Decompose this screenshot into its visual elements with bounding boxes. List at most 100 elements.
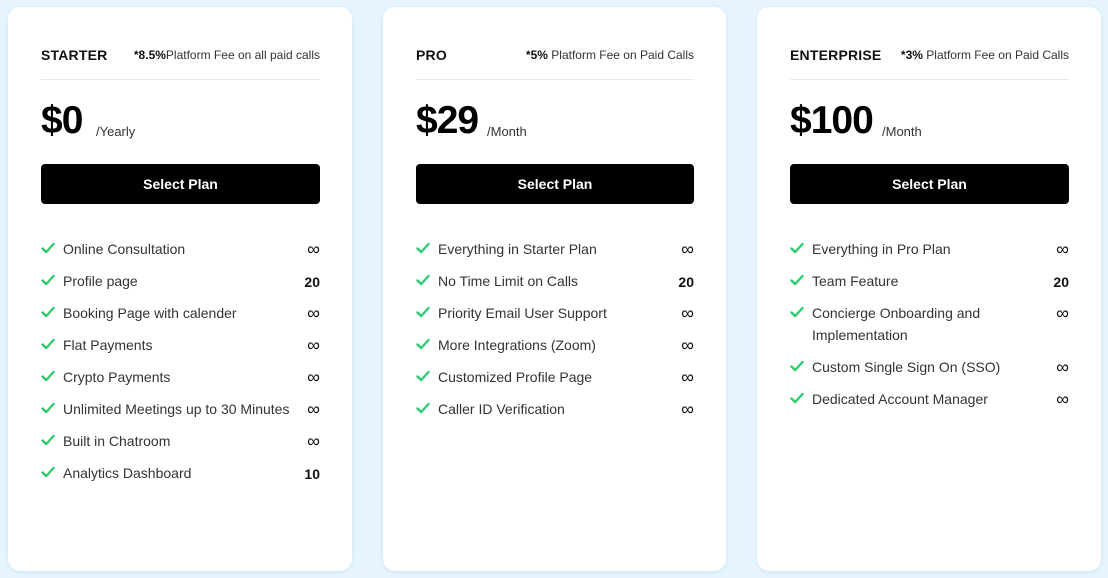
feature-value: ∞ (681, 399, 694, 419)
check-icon (41, 306, 55, 318)
check-icon (41, 466, 55, 478)
feature-label: Concierge Onboarding and Implementation (812, 305, 981, 343)
feature-value: 20 (678, 274, 694, 290)
billing-period: /Month (487, 124, 527, 139)
feature-label: Built in Chatroom (63, 433, 171, 449)
feature-value: ∞ (681, 335, 694, 355)
feature-label: Everything in Pro Plan (812, 241, 951, 257)
billing-period: /Yearly (96, 124, 136, 139)
billing-period: /Month (882, 124, 922, 139)
check-icon (41, 370, 55, 382)
feature-item: Caller ID Verification ∞ (416, 398, 694, 430)
feature-label: Priority Email User Support (438, 305, 607, 321)
feature-value: ∞ (1056, 303, 1069, 323)
fee-text: Platform Fee on Paid Calls (922, 48, 1069, 62)
platform-fee: *3% Platform Fee on Paid Calls (901, 48, 1069, 62)
plan-header: ENTERPRISE *3% Platform Fee on Paid Call… (790, 47, 1069, 67)
fee-percent: *5% (525, 48, 548, 62)
platform-fee: *8.5%Platform Fee on all paid calls (134, 48, 320, 62)
feature-value: ∞ (307, 335, 320, 355)
plan-name: STARTER (41, 47, 108, 63)
check-icon (790, 392, 804, 404)
plan-card-pro: PRO *5% Platform Fee on Paid Calls $29 /… (383, 7, 726, 571)
feature-item: No Time Limit on Calls 20 (416, 270, 694, 302)
feature-value: ∞ (681, 239, 694, 259)
price-row: $0 /Yearly (41, 99, 320, 149)
check-icon (416, 338, 430, 350)
feature-label: Online Consultation (63, 241, 186, 257)
plan-card-starter: STARTER *8.5%Platform Fee on all paid ca… (8, 7, 352, 571)
feature-item: Analytics Dashboard 10 (41, 462, 320, 494)
feature-item: More Integrations (Zoom) ∞ (416, 334, 694, 366)
select-plan-button[interactable]: Select Plan (41, 164, 320, 204)
feature-label: Team Feature (812, 273, 899, 289)
feature-list: Everything in Starter Plan ∞ No Time Lim… (416, 238, 694, 430)
plan-header: PRO *5% Platform Fee on Paid Calls (416, 47, 694, 67)
plan-price: $0 (41, 99, 83, 142)
plan-price: $100 (790, 99, 874, 142)
select-plan-button[interactable]: Select Plan (416, 164, 694, 204)
feature-label: Custom Single Sign On (SSO) (812, 359, 1001, 375)
fee-text: Platform Fee on Paid Calls (547, 48, 694, 62)
check-icon (790, 306, 804, 318)
check-icon (416, 306, 430, 318)
feature-value: ∞ (307, 399, 320, 419)
plan-price: $29 (416, 99, 479, 142)
feature-item: Everything in Starter Plan ∞ (416, 238, 694, 270)
feature-label: Everything in Starter Plan (438, 241, 597, 257)
feature-item: Online Consultation ∞ (41, 238, 320, 270)
feature-label: Analytics Dashboard (63, 465, 192, 481)
price-row: $29 /Month (416, 99, 694, 149)
feature-label: More Integrations (Zoom) (438, 337, 596, 353)
feature-list: Everything in Pro Plan ∞ Team Feature 20… (790, 238, 1069, 420)
feature-label: Flat Payments (63, 337, 153, 353)
feature-value: ∞ (307, 431, 320, 451)
feature-item: Team Feature 20 (790, 270, 1069, 302)
fee-percent: *8.5% (133, 48, 166, 62)
feature-value: ∞ (1056, 389, 1069, 409)
platform-fee: *5% Platform Fee on Paid Calls (526, 48, 694, 62)
feature-value: ∞ (681, 303, 694, 323)
divider (790, 79, 1069, 80)
feature-item: Built in Chatroom ∞ (41, 430, 320, 462)
check-icon (416, 402, 430, 414)
feature-list: Online Consultation ∞ Profile page 20 Bo… (41, 238, 320, 494)
check-icon (416, 242, 430, 254)
feature-value: 20 (304, 274, 320, 290)
divider (41, 79, 320, 80)
feature-item: Concierge Onboarding and Implementation … (790, 302, 1069, 356)
feature-value: 10 (304, 466, 320, 482)
feature-item: Crypto Payments ∞ (41, 366, 320, 398)
select-plan-button[interactable]: Select Plan (790, 164, 1069, 204)
check-icon (790, 360, 804, 372)
feature-value: ∞ (1056, 357, 1069, 377)
check-icon (41, 338, 55, 350)
feature-label: Dedicated Account Manager (812, 391, 988, 407)
check-icon (790, 242, 804, 254)
feature-value: 20 (1053, 274, 1069, 290)
plan-name: ENTERPRISE (790, 47, 882, 63)
fee-text: Platform Fee on all paid calls (165, 48, 320, 62)
feature-value: ∞ (1056, 239, 1069, 259)
feature-value: ∞ (307, 239, 320, 259)
plan-name: PRO (416, 47, 447, 63)
feature-value: ∞ (681, 367, 694, 387)
feature-item: Everything in Pro Plan ∞ (790, 238, 1069, 270)
feature-label: No Time Limit on Calls (438, 273, 579, 289)
check-icon (790, 274, 804, 286)
feature-item: Custom Single Sign On (SSO) ∞ (790, 356, 1069, 388)
check-icon (416, 370, 430, 382)
feature-item: Profile page 20 (41, 270, 320, 302)
feature-value: ∞ (307, 367, 320, 387)
feature-label: Profile page (63, 273, 138, 289)
feature-label: Customized Profile Page (438, 369, 593, 385)
divider (416, 79, 694, 80)
check-icon (416, 274, 430, 286)
feature-label: Booking Page with calender (63, 305, 237, 321)
feature-value: ∞ (307, 303, 320, 323)
feature-item: Dedicated Account Manager ∞ (790, 388, 1069, 420)
plan-card-enterprise: ENTERPRISE *3% Platform Fee on Paid Call… (757, 7, 1101, 571)
feature-label: Crypto Payments (63, 369, 171, 385)
price-row: $100 /Month (790, 99, 1069, 149)
feature-item: Booking Page with calender ∞ (41, 302, 320, 334)
